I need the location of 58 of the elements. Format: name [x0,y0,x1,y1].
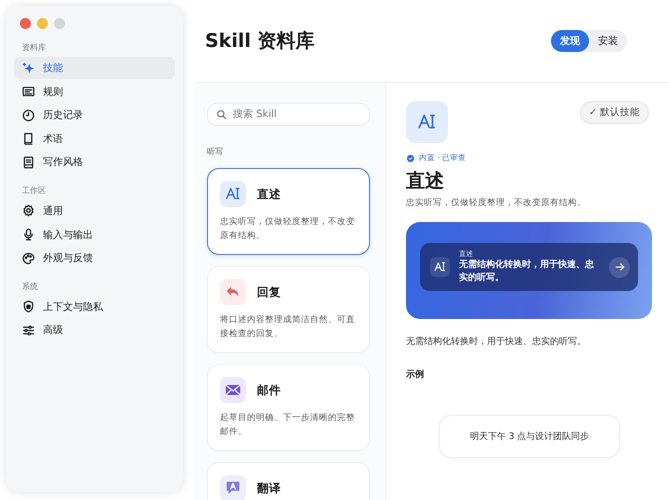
skill-title: 邮件 [257,382,281,398]
book-icon [22,132,35,146]
sidebar-item[interactable]: 输入与输出 [14,224,175,246]
sidebar-item[interactable]: 上下文与隐私 [14,296,175,318]
skill-card[interactable]: 翻译 [207,462,370,500]
skill-card[interactable]: 邮件 起草目的明确、下一步清晰的完整邮件。 [207,364,370,451]
speech-bubble-icon [220,475,246,500]
section-label: 系统 [21,280,39,293]
skill-title: 直述 [257,186,281,202]
tab[interactable]: 发现 [551,30,589,52]
skill-title: 回复 [257,284,281,300]
sidebar-item[interactable]: 历史记录 [14,104,175,126]
search-field[interactable]: 搜索 Skill [207,103,370,126]
example-heading: 示例 [406,368,425,381]
shield-icon [22,300,35,314]
text-cursor-icon [406,101,448,143]
page-title: Skill 资料库 [205,29,314,54]
arrow-right-icon [614,261,626,273]
envelope-icon [220,377,246,403]
section-label: 工作区 [21,184,47,197]
minimize-button[interactable] [37,18,48,29]
sliders-icon [22,324,35,337]
skill-heading: 直述 [406,169,445,194]
skill-description: 将口述内容整理成简洁自然、可直接检查的回复。 [220,314,356,341]
skill-description: 忠实听写，仅做轻度整理，不改变原有结构。 [220,216,356,243]
document-icon [22,156,35,169]
sidebar-item[interactable]: 规则 [14,80,175,103]
sparkle-icon [22,62,35,74]
text-cursor-icon [220,181,246,207]
skill-card[interactable]: 直述 忠实听写，仅做轻度整理，不改变原有结构。 [207,168,370,255]
settings-icon [22,204,35,218]
text-cursor-icon [430,257,450,277]
sidebar-item[interactable]: 高级 [14,319,175,342]
clock-icon [22,108,35,122]
sidebar-item[interactable]: 通用 [14,200,175,222]
arrow-button[interactable] [609,256,630,278]
default-skill-button[interactable]: ✓ 默认技能 [580,101,649,124]
search-icon [216,109,227,120]
skill-summary: 忠实听写，仅做轻度整理，不改变原有结构。 [406,197,587,209]
reply-arrow-icon [220,279,246,305]
sidebar-item[interactable]: 术语 [14,128,175,150]
skill-card[interactable]: 回复 将口述内容整理成简洁自然、可直接检查的回复。 [207,266,370,353]
list-icon [22,85,35,98]
tab[interactable]: 安装 [589,30,627,52]
verified-badge-icon [406,154,415,162]
example-bubble: 明天下午 3 点与设计团队同步 [439,415,620,458]
section-label: 听写 [207,146,224,157]
sidebar-item[interactable]: 技能 [14,57,175,79]
sidebar-item[interactable]: 外观与反馈 [14,247,175,270]
sidebar-item[interactable]: 写作风格 [14,151,175,174]
palette-icon [22,252,35,265]
microphone-icon [22,228,35,242]
section-label: 资料库 [21,42,47,54]
preview-text: 无需结构化转换时，用于快速、忠实的听写。 [459,259,595,285]
usage-text: 无需结构化转换时，用于快速、忠实的听写。 [406,336,587,348]
skill-title: 翻译 [257,480,281,496]
skill-description: 起草目的明确、下一步清晰的完整邮件。 [220,412,356,439]
close-button[interactable] [20,18,31,29]
